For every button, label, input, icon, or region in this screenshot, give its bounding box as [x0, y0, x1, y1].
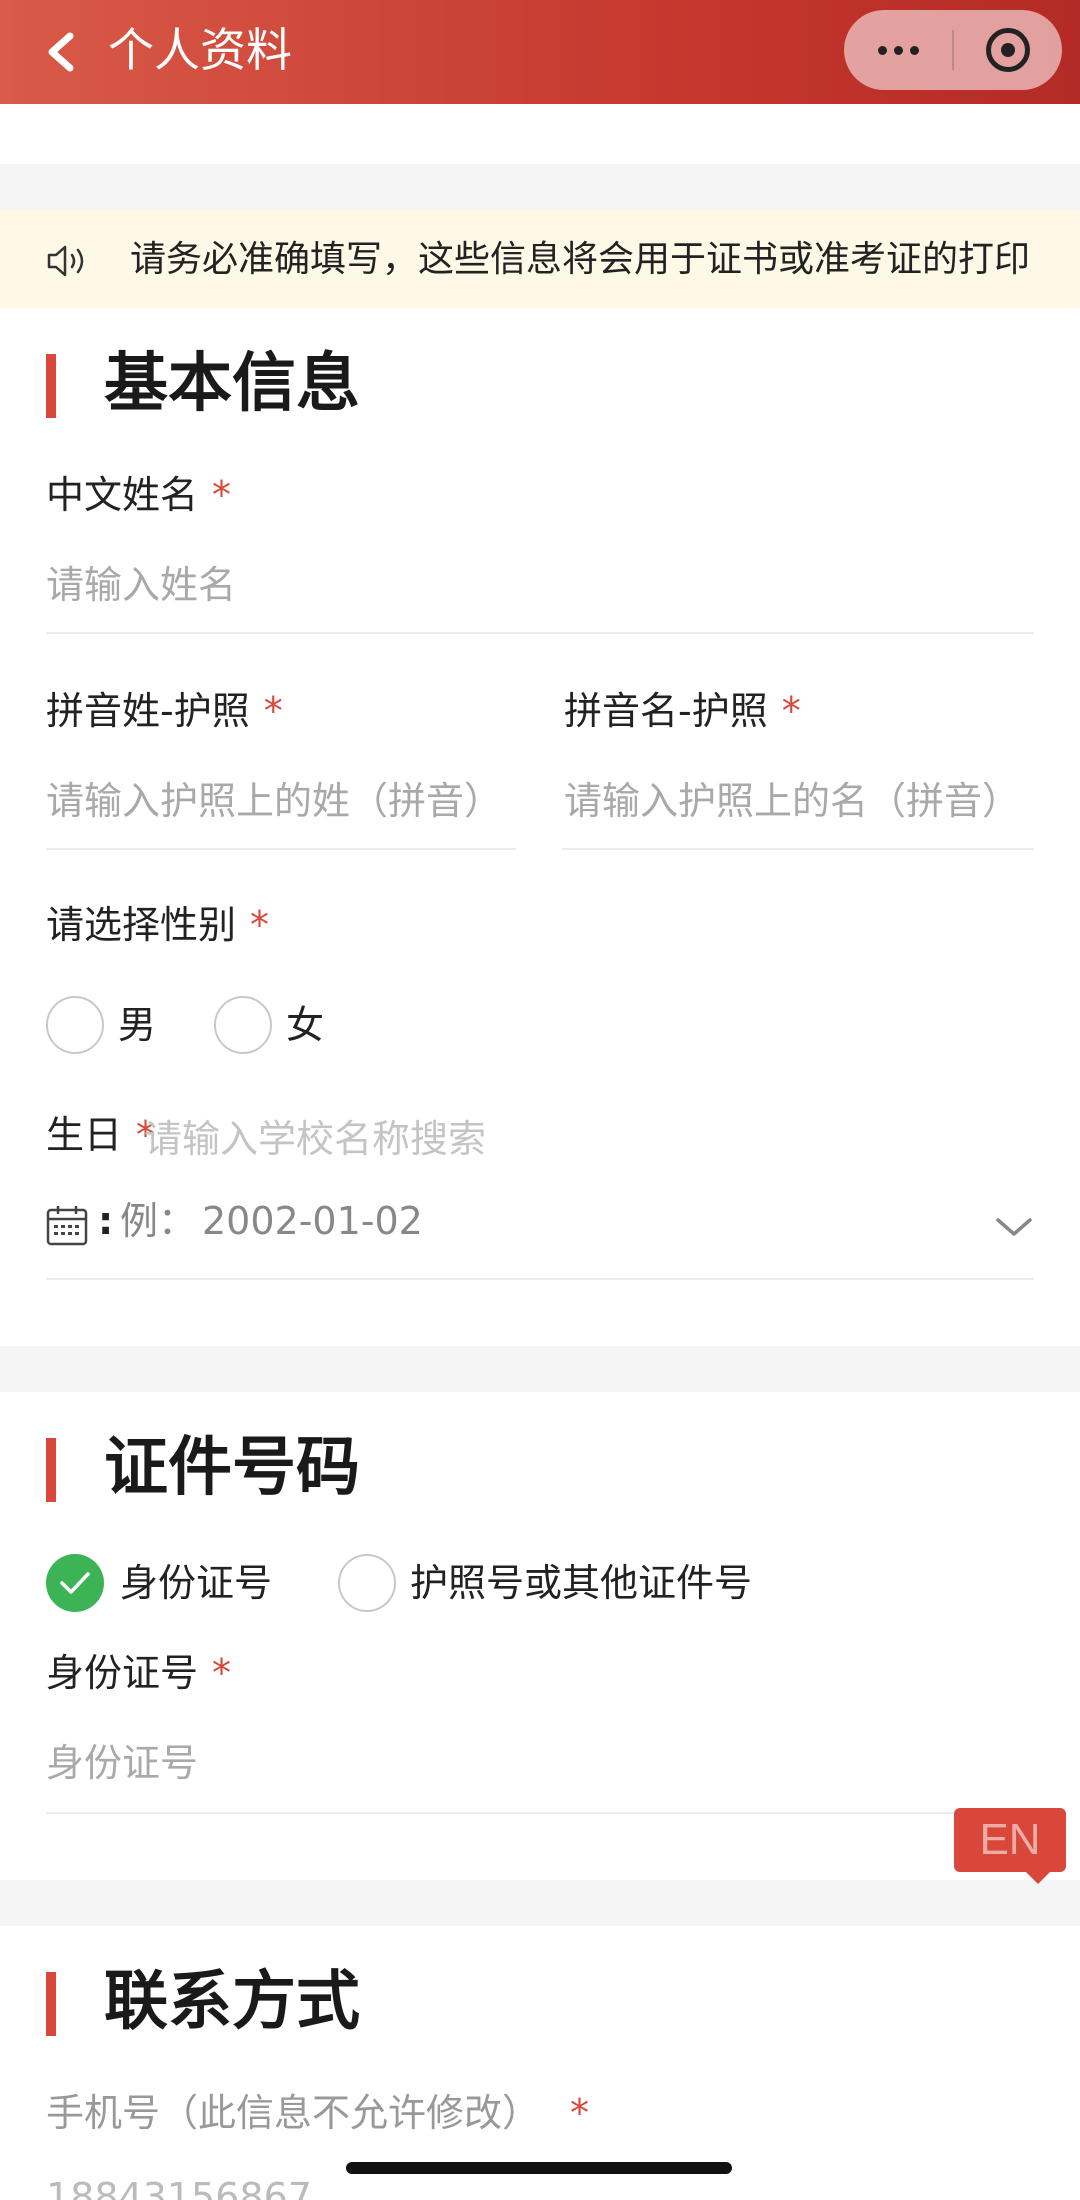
gender-female-radio[interactable] [214, 996, 272, 1054]
page-title: 个人资料 [108, 23, 292, 77]
required-mark: * [212, 1651, 232, 1695]
back-button[interactable] [36, 22, 86, 82]
passport-label[interactable]: 护照号或其他证件号 [410, 1558, 752, 1608]
chinese-name-label-text: 中文姓名 [46, 473, 199, 517]
section-accent-bar [46, 1972, 56, 2036]
chinese-name-input[interactable]: 请输入姓名 [46, 560, 236, 610]
section-accent-bar [46, 354, 56, 418]
pinyin-given-input[interactable]: 请输入护照上的名（拼音） [564, 776, 1020, 826]
birthday-label-text: 生日 [46, 1113, 123, 1157]
school-search-placeholder: 请输入学校名称搜索 [144, 1117, 487, 1161]
section-gap [0, 164, 1080, 210]
more-dots-icon [878, 46, 887, 55]
divider [562, 848, 1034, 850]
chevron-down-icon[interactable] [994, 1212, 1034, 1242]
phone-label-text: 手机号（此信息不允许修改） [46, 2091, 541, 2135]
birthday-example-label: 例： [120, 1199, 197, 1243]
divider [46, 848, 516, 850]
gender-female-label[interactable]: 女 [286, 1000, 324, 1050]
section-accent-bar [46, 1438, 56, 1502]
section-title-contact: 联系方式 [104, 1965, 360, 2039]
required-mark: * [781, 689, 801, 733]
passport-radio[interactable] [338, 1554, 396, 1612]
pinyin-given-label: 拼音名-护照 * [564, 686, 801, 736]
divider [46, 1278, 1034, 1280]
section-gap [0, 1880, 1080, 1926]
target-circle-icon[interactable] [986, 28, 1030, 72]
birthday-date-picker[interactable]: 2002-01-02 [202, 1196, 423, 1246]
more-dot [910, 46, 919, 55]
divider [46, 1812, 1034, 1814]
id-number-label-text: 身份证号 [46, 1651, 199, 1695]
required-mark: * [263, 689, 283, 733]
birthday-prefix: : [98, 1199, 114, 1243]
id-number-label: 身份证号 * [46, 1648, 231, 1698]
section-title-id-number: 证件号码 [104, 1431, 360, 1505]
pinyin-surname-label: 拼音姓-护照 * [46, 686, 283, 736]
section-title-basic-info: 基本信息 [104, 347, 360, 421]
gender-label: 请选择性别 * [46, 900, 269, 950]
notice-bar: 请务必准确填写，这些信息将会用于证书或准考证的打印 [0, 210, 1080, 308]
id-card-label[interactable]: 身份证号 [120, 1558, 272, 1608]
id-number-input[interactable]: 身份证号 [46, 1738, 198, 1788]
required-mark: * [212, 473, 232, 517]
home-indicator [346, 2162, 732, 2174]
chevron-left-icon [48, 32, 74, 72]
required-mark: * [570, 2091, 590, 2135]
required-mark: * [250, 903, 270, 947]
pinyin-surname-input[interactable]: 请输入护照上的姓（拼音） [46, 776, 502, 826]
more-dot [894, 46, 903, 55]
language-toggle-button[interactable]: EN [954, 1808, 1066, 1884]
id-card-radio[interactable] [46, 1554, 104, 1612]
section-gap [0, 1346, 1080, 1392]
mini-program-capsule [844, 10, 1062, 90]
chinese-name-label: 中文姓名 * [46, 470, 231, 520]
pinyin-given-label-text: 拼音名-护照 [564, 689, 768, 733]
gender-male-radio[interactable] [46, 996, 104, 1054]
capsule-divider [952, 30, 954, 70]
check-icon [60, 1572, 90, 1594]
more-button[interactable] [844, 10, 952, 90]
phone-label: 手机号（此信息不允许修改） * [46, 2088, 589, 2138]
calendar-icon [46, 1206, 88, 1246]
gender-male-label[interactable]: 男 [118, 1000, 156, 1050]
gender-label-text: 请选择性别 [46, 903, 237, 947]
divider [46, 632, 1034, 634]
birthday-label: 生日 * [46, 1110, 155, 1160]
speaker-icon [47, 245, 84, 277]
phone-value: 18843156867 [46, 2175, 312, 2200]
notice-text: 请务必准确填写，这些信息将会用于证书或准考证的打印 [130, 239, 1031, 280]
pinyin-surname-label-text: 拼音姓-护照 [46, 689, 250, 733]
top-nav-bar: 个人资料 [0, 0, 1080, 104]
